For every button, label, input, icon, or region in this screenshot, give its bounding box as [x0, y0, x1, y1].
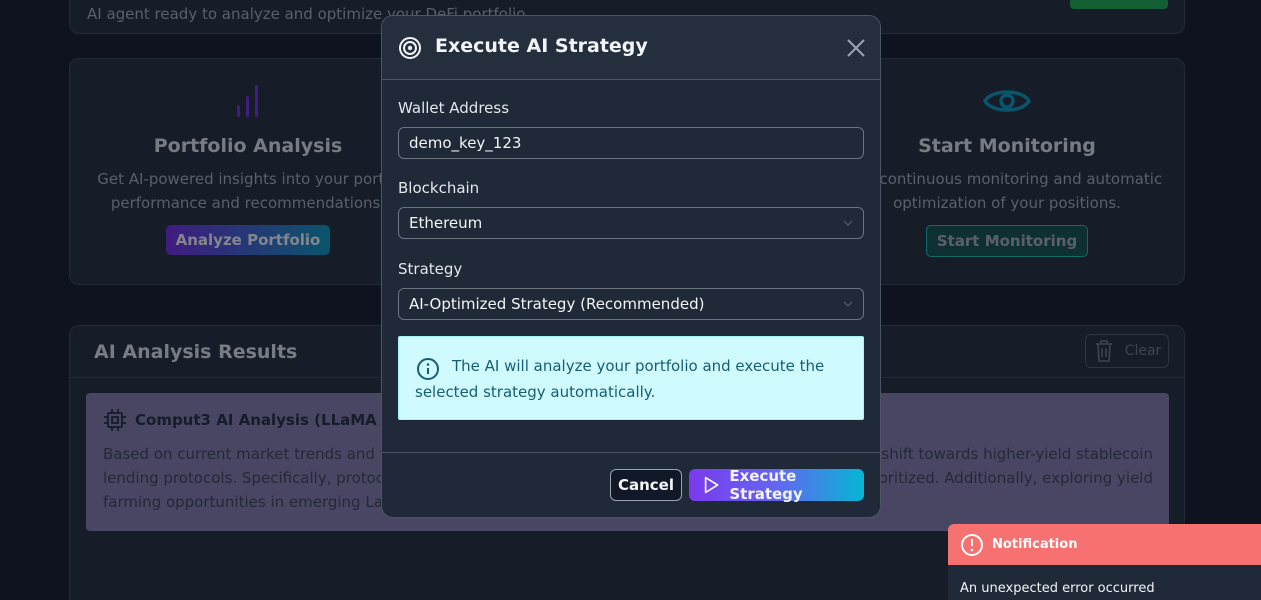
play-icon — [704, 476, 719, 494]
modal-header: Execute AI Strategy — [382, 16, 880, 80]
cancel-button[interactable]: Cancel — [610, 469, 682, 501]
strategy-label: Strategy — [398, 260, 463, 278]
execute-strategy-modal: Execute AI Strategy Wallet Address demo_… — [381, 15, 881, 518]
chevron-down-icon — [843, 301, 853, 307]
error-notification: Notification An unexpected error occurre… — [948, 524, 1261, 600]
notification-title: Notification — [992, 537, 1078, 552]
footer-divider — [382, 452, 880, 453]
wallet-address-label: Wallet Address — [398, 99, 510, 117]
target-icon — [399, 37, 421, 59]
chevron-down-icon — [843, 220, 853, 226]
strategy-value: AI-Optimized Strategy (Recommended) — [409, 295, 705, 313]
execute-strategy-button[interactable]: Execute Strategy — [689, 467, 864, 503]
wallet-address-input[interactable]: demo_key_123 — [398, 127, 864, 159]
execute-label: Execute Strategy — [729, 467, 803, 503]
info-alert: The AI will analyze your portfolio and e… — [398, 336, 864, 420]
info-text: The AI will analyze your portfolio and e… — [415, 357, 825, 401]
notification-header: Notification — [948, 524, 1261, 565]
strategy-select[interactable]: AI-Optimized Strategy (Recommended) — [398, 288, 864, 320]
blockchain-value: Ethereum — [409, 214, 483, 232]
alert-circle-icon — [961, 533, 983, 556]
notification-message: An unexpected error occurred — [960, 581, 1155, 596]
modal-title: Execute AI Strategy — [435, 35, 648, 57]
blockchain-label: Blockchain — [398, 179, 480, 197]
info-icon — [417, 358, 439, 380]
close-icon[interactable] — [844, 36, 868, 60]
blockchain-select[interactable]: Ethereum — [398, 207, 864, 239]
